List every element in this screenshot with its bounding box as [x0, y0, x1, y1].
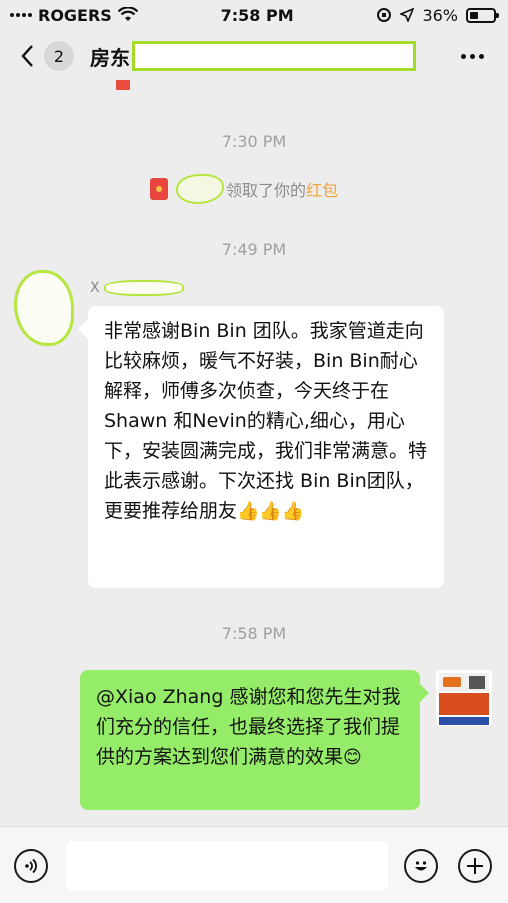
wifi-icon [117, 7, 138, 21]
red-packet-icon [116, 80, 130, 90]
title-redaction [132, 41, 416, 71]
carrier-label: ROGERS [38, 5, 112, 25]
voice-button[interactable] [14, 849, 48, 883]
thumbs-up-emoji: 👍👍👍 [237, 501, 305, 522]
chevron-left-icon [21, 45, 33, 67]
smiley-icon [415, 861, 427, 871]
location-icon [400, 8, 415, 22]
more-dots-icon[interactable] [461, 54, 484, 59]
avatar-banner [439, 693, 489, 715]
status-bar: ROGERS 7:58 PM 36% [0, 0, 508, 30]
red-packet-icon [150, 178, 168, 200]
red-packet-link[interactable]: 红包 [306, 177, 338, 201]
smile-emoji: 😊 [343, 747, 362, 768]
unread-count-badge[interactable]: 2 [44, 41, 74, 71]
chat-header: 2 房东 [0, 30, 508, 82]
message-input[interactable] [66, 841, 388, 891]
avatar-footer [439, 717, 489, 725]
chat-title-text: 房东 [90, 45, 130, 70]
sender-name: X [90, 280, 184, 296]
outgoing-message-bubble[interactable]: @Xiao Zhang 感谢您和您先生对我们充分的信任，也最终选择了我们提供的方… [80, 670, 420, 810]
input-bar [0, 826, 508, 903]
incoming-message-bubble[interactable]: 非常感谢Bin Bin 团队。我家管道走向比较麻烦，暖气不好装，Bin Bin耐… [88, 306, 444, 588]
carrier-group: ROGERS [10, 6, 138, 25]
chat-title: 房东 [90, 41, 416, 71]
sender-avatar[interactable] [14, 270, 74, 346]
incoming-message-text: 非常感谢Bin Bin 团队。我家管道走向比较麻烦，暖气不好装，Bin Bin耐… [104, 320, 428, 522]
timestamp: 7:49 PM [221, 240, 287, 259]
my-avatar[interactable] [436, 670, 492, 726]
plus-icon [467, 858, 483, 874]
red-packet-system-message[interactable]: 领取了你的 红包 [150, 174, 338, 204]
voice-icon [25, 858, 37, 874]
name-redaction [176, 174, 224, 204]
avatar-logo [439, 673, 489, 691]
sender-initial: X [90, 280, 100, 296]
battery-icon [466, 7, 499, 23]
name-redaction [103, 280, 184, 296]
timestamp: 7:58 PM [221, 624, 287, 643]
add-button[interactable] [458, 849, 492, 883]
previous-message-cutoff [116, 78, 130, 90]
back-button[interactable] [14, 41, 40, 71]
emoji-button[interactable] [404, 849, 438, 883]
signal-icon [10, 13, 32, 17]
status-right: 36% [376, 5, 499, 25]
timestamp: 7:30 PM [221, 132, 287, 151]
battery-percent: 36% [422, 5, 458, 25]
system-message-text: 领取了你的 [226, 181, 307, 200]
rotation-lock-icon [377, 8, 392, 22]
clock: 7:58 PM [220, 5, 294, 25]
